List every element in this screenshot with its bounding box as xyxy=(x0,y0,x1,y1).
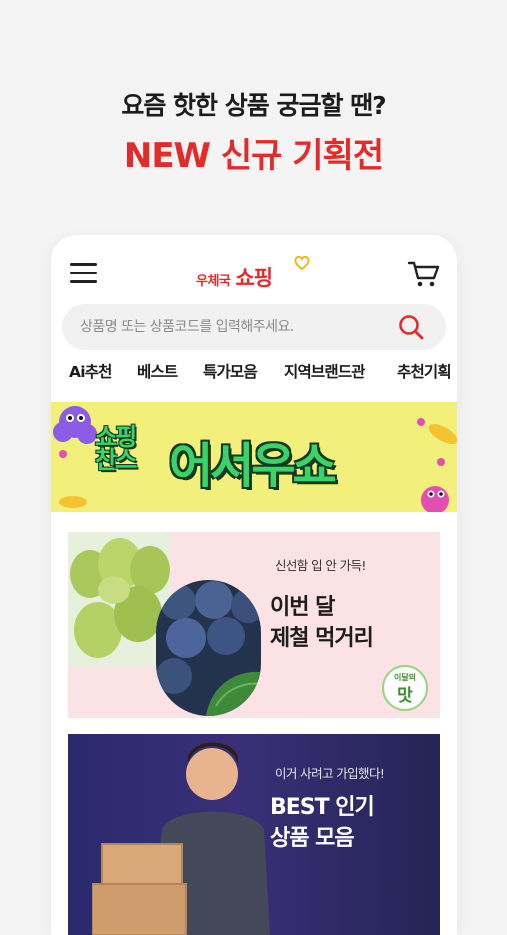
menu-icon[interactable] xyxy=(70,263,97,283)
promo-headline: 요즘 핫한 상품 궁금할 땐? xyxy=(121,91,386,120)
tab-ai[interactable]: Ai추천 xyxy=(69,360,112,382)
card-title: 이번 달 제철 먹거리 xyxy=(270,595,374,651)
logo-text-small: 우체국 xyxy=(196,274,231,289)
month-taste-badge: 이달의 맛 xyxy=(382,665,428,711)
logo-text-big: 쇼핑 xyxy=(235,266,273,290)
category-tabs: Ai추천 베스트 특가모음 지역브랜드관 추천기획 xyxy=(51,360,457,396)
tab-deals[interactable]: 특가모음 xyxy=(203,360,258,382)
banner-subtext: 쇼핑 찬스 xyxy=(95,423,137,474)
search-icon[interactable] xyxy=(397,313,425,341)
cart-icon[interactable] xyxy=(407,259,441,289)
card-title: BEST 인기 상품 모음 xyxy=(270,795,375,851)
heart-icon xyxy=(294,255,310,271)
event-banner[interactable]: 쇼핑 찬스 어서우쇼 xyxy=(51,402,457,512)
best-products-card[interactable]: 이거 사려고 가입했다! BEST 인기 상품 모음 xyxy=(68,734,440,935)
tab-recommended[interactable]: 추천기획 xyxy=(397,360,452,382)
tab-regional-brand[interactable]: 지역브랜드관 xyxy=(284,360,366,382)
app-header: 우체국 쇼핑 xyxy=(51,235,457,305)
card-subtitle: 신선함 입 안 가득! xyxy=(275,558,366,573)
search-input[interactable]: 상품명 또는 상품코드를 입력해주세요. xyxy=(80,304,380,350)
grapes-image xyxy=(68,532,170,666)
tab-best[interactable]: 베스트 xyxy=(137,360,178,382)
phone-screen: 우체국 쇼핑 상품명 또는 상품코드를 입력해주세요. Ai추천 베스트 특가모… xyxy=(51,235,457,935)
app-logo[interactable]: 우체국 쇼핑 xyxy=(196,255,310,292)
blueberries-image xyxy=(156,580,261,716)
person-image xyxy=(92,742,270,935)
banner-title: 어서우쇼 xyxy=(169,438,337,494)
search-bar[interactable]: 상품명 또는 상품코드를 입력해주세요. xyxy=(62,304,446,350)
card-subtitle: 이거 사려고 가입했다! xyxy=(275,766,385,781)
seasonal-food-card[interactable]: 신선함 입 안 가득! 이번 달 제철 먹거리 이달의 맛 xyxy=(68,532,440,718)
promo-title: NEW 신규 기획전 xyxy=(123,136,384,176)
